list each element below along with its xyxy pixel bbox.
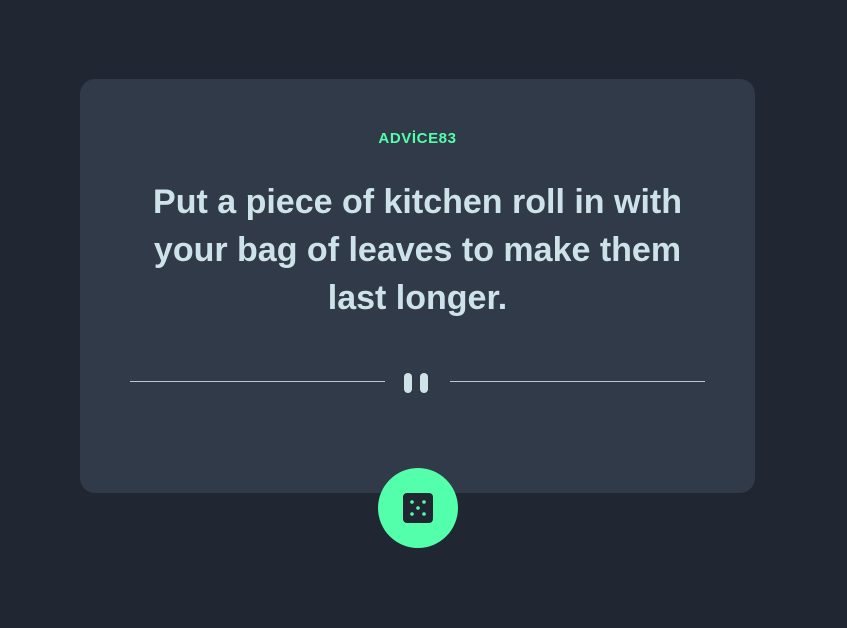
divider-line-right: [450, 381, 705, 382]
new-advice-dice-button[interactable]: [378, 468, 458, 548]
advice-id-label: ADVİCE83: [378, 130, 457, 147]
advice-quote: Put a piece of kitchen roll in with your…: [153, 183, 682, 317]
pause-icon: [404, 373, 432, 393]
pause-icon-bar-left: [404, 373, 412, 393]
divider-line-left: [130, 381, 385, 382]
dice-icon: [403, 493, 433, 523]
pause-icon-bar-right: [420, 373, 428, 393]
